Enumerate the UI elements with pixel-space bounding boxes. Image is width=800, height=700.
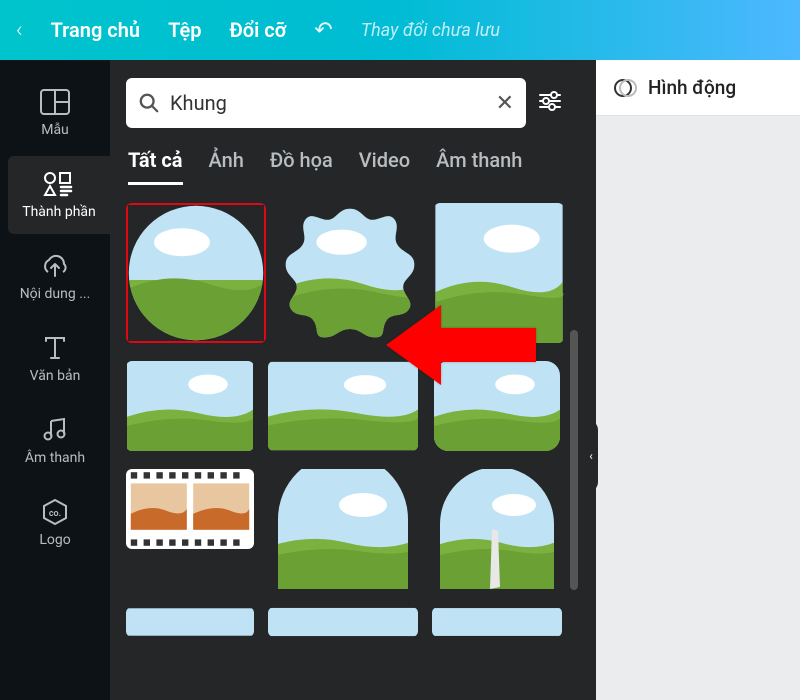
rail-label: Logo — [39, 532, 70, 548]
grid-row — [126, 607, 560, 637]
tab-all[interactable]: Tất cả — [128, 148, 183, 185]
templates-icon — [40, 88, 70, 116]
scrollbar-thumb[interactable] — [570, 330, 578, 590]
rail-label: Mẫu — [41, 122, 69, 138]
rail-text[interactable]: Văn bản — [0, 320, 110, 398]
search-box[interactable]: ✕ — [126, 78, 526, 128]
grid-row — [126, 361, 560, 451]
search-input[interactable] — [170, 91, 486, 115]
left-rail: Mẫu Thành phần Nội dung ... Văn bản Âm t… — [0, 60, 110, 700]
frame-item[interactable] — [432, 607, 562, 637]
frame-circle[interactable] — [126, 203, 266, 343]
canvas-area: Hình động — [596, 60, 800, 700]
canvas-toolbar: Hình động — [596, 60, 800, 116]
rail-audio[interactable]: Âm thanh — [0, 402, 110, 480]
frame-window[interactable] — [268, 469, 418, 589]
tab-audio[interactable]: Âm thanh — [436, 148, 522, 185]
animate-icon — [614, 76, 638, 100]
rail-label: Thành phần — [22, 204, 96, 220]
menu-resize[interactable]: Đổi cỡ — [229, 18, 286, 42]
save-status: Thay đổi chưa lưu — [361, 20, 500, 41]
collapse-handle[interactable]: ‹ — [584, 420, 598, 492]
frame-item[interactable] — [126, 607, 254, 637]
elements-panel: ✕ Tất cả Ảnh Đồ họa Video Âm thanh — [110, 60, 580, 700]
uploads-icon — [40, 252, 70, 280]
undo-icon[interactable]: ↶ — [314, 18, 332, 43]
frame-rect[interactable] — [126, 361, 254, 451]
search-icon — [138, 92, 160, 114]
frame-badge[interactable] — [280, 203, 420, 343]
grid-row — [126, 203, 560, 343]
tab-photos[interactable]: Ảnh — [209, 148, 244, 185]
menu-file[interactable]: Tệp — [168, 18, 201, 42]
frame-item[interactable] — [268, 607, 418, 637]
back-icon[interactable]: ‹ — [16, 18, 23, 43]
frame-rect-wide[interactable] — [268, 361, 418, 451]
audio-icon — [42, 416, 68, 444]
tab-video[interactable]: Video — [359, 148, 410, 185]
rail-templates[interactable]: Mẫu — [0, 74, 110, 152]
frame-rounded[interactable] — [432, 361, 562, 451]
rail-label: Văn bản — [30, 368, 81, 384]
elements-icon — [43, 170, 75, 198]
main-area: Mẫu Thành phần Nội dung ... Văn bản Âm t… — [0, 60, 800, 700]
search-row: ✕ — [126, 78, 564, 128]
top-bar: ‹ Trang chủ Tệp Đổi cỡ ↶ Thay đổi chưa l… — [0, 0, 800, 60]
tab-graphics[interactable]: Đồ họa — [270, 148, 333, 185]
clear-search-icon[interactable]: ✕ — [496, 91, 514, 116]
svg-text:co.: co. — [49, 509, 61, 519]
rail-label: Âm thanh — [25, 450, 85, 466]
panel-tabs: Tất cả Ảnh Đồ họa Video Âm thanh — [128, 148, 562, 185]
panel-scrollbar[interactable] — [570, 130, 578, 670]
panel-collapse: ‹ — [580, 60, 596, 700]
animate-button[interactable]: Hình động — [614, 76, 736, 100]
results-grid[interactable] — [126, 203, 564, 637]
frame-arch[interactable] — [432, 469, 562, 589]
frame-film[interactable] — [126, 469, 254, 549]
rail-label: Nội dung ... — [20, 286, 91, 302]
filter-button[interactable] — [536, 87, 564, 119]
animate-label: Hình động — [648, 76, 736, 99]
text-icon — [42, 334, 68, 362]
menu-home[interactable]: Trang chủ — [51, 18, 141, 42]
rail-logo[interactable]: co. Logo — [0, 484, 110, 562]
rail-uploads[interactable]: Nội dung ... — [0, 238, 110, 316]
grid-row — [126, 469, 560, 589]
canvas-body[interactable] — [596, 116, 800, 700]
rail-elements[interactable]: Thành phần — [8, 156, 110, 234]
logo-icon: co. — [41, 498, 69, 526]
frame-square[interactable] — [434, 203, 564, 343]
